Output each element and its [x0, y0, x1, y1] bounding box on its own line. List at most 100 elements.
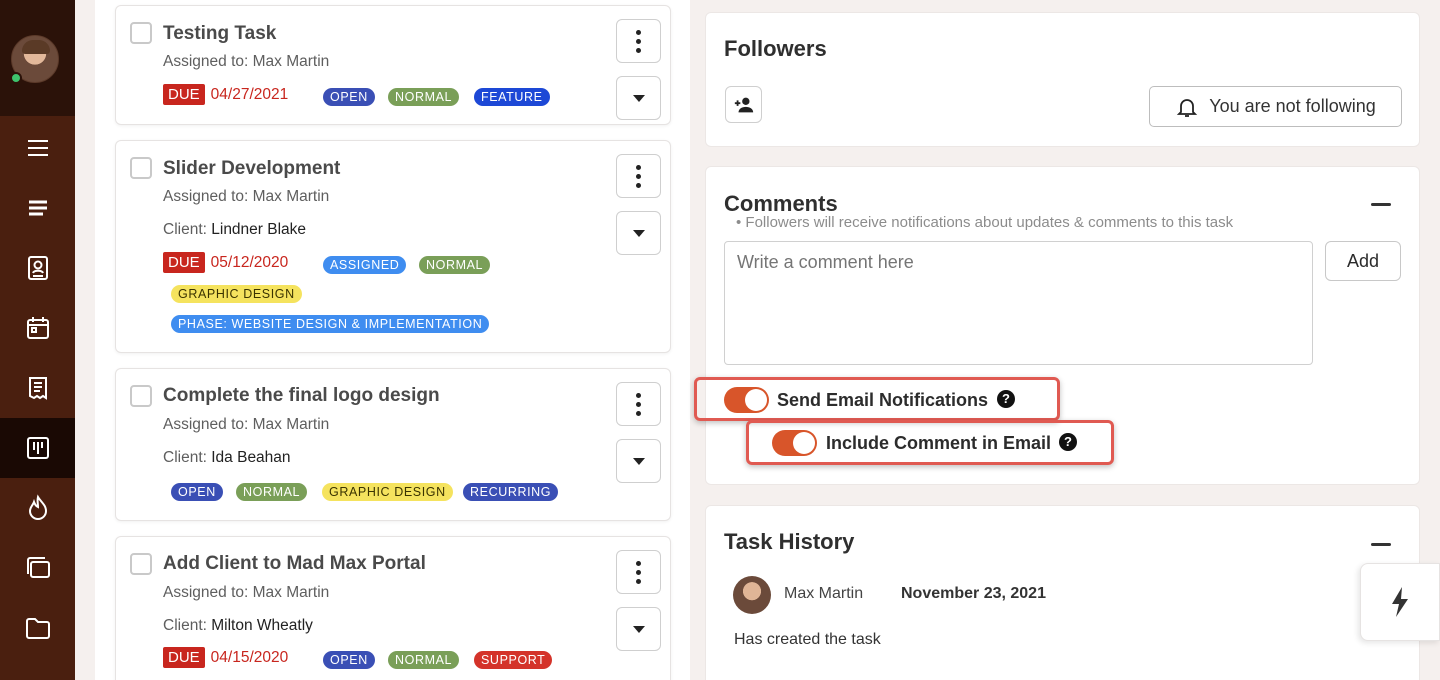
task-title[interactable]: Slider Development — [163, 158, 340, 180]
kebab-icon — [636, 392, 641, 416]
client-label: Client: — [163, 617, 207, 634]
follow-button[interactable]: You are not following — [1149, 86, 1402, 127]
task-checkbox[interactable] — [130, 157, 152, 179]
task-expand-button[interactable] — [616, 211, 661, 255]
comments-hint: • Followers will receive notifications a… — [736, 214, 1234, 231]
task-card[interactable]: Testing Task Assigned to: Max Martin DUE… — [115, 5, 671, 125]
send-email-toggle[interactable] — [724, 387, 769, 413]
task-checkbox[interactable] — [130, 22, 152, 44]
menu-icon[interactable] — [0, 118, 75, 178]
due-date: 04/15/2020 — [210, 648, 289, 666]
task-due: DUE 05/12/2020 — [163, 252, 288, 273]
online-status-dot — [10, 72, 22, 84]
client-label: Client: — [163, 221, 207, 238]
collapse-comments-icon[interactable] — [1371, 203, 1391, 206]
calendar-icon[interactable] — [0, 298, 75, 358]
task-client: Client: Milton Wheatly — [163, 617, 313, 635]
include-comment-label: Include Comment in Email — [826, 433, 1052, 453]
add-comment-button[interactable]: Add — [1325, 241, 1401, 281]
history-user: Max Martin — [784, 585, 864, 602]
status-tag: OPEN — [323, 651, 375, 669]
task-expand-button[interactable] — [616, 76, 661, 120]
due-badge: DUE — [163, 84, 205, 105]
add-follower-button[interactable] — [725, 86, 762, 123]
collapse-history-icon[interactable] — [1371, 543, 1391, 546]
task-expand-button[interactable] — [616, 607, 661, 651]
task-client: Client: Ida Beahan — [163, 449, 291, 467]
category-tag: GRAPHIC DESIGN — [171, 285, 302, 303]
kebab-icon — [636, 164, 641, 188]
task-options-button[interactable] — [616, 154, 661, 198]
followers-panel: Followers You are not following — [705, 12, 1420, 147]
task-assignee: Assigned to: Max Martin — [163, 188, 330, 205]
task-card[interactable]: Complete the final logo design Assigned … — [115, 368, 671, 521]
include-comment-toggle[interactable] — [772, 430, 817, 456]
status-tag: OPEN — [171, 483, 223, 501]
send-email-label: Send Email Notifications — [777, 390, 989, 410]
follow-label: You are not following — [1209, 96, 1376, 116]
client-name[interactable]: Milton Wheatly — [211, 617, 313, 634]
contacts-icon[interactable] — [0, 238, 75, 298]
due-badge: DUE — [163, 647, 205, 668]
priority-tag: NORMAL — [388, 651, 460, 669]
recurring-tag: RECURRING — [463, 483, 559, 501]
priority-tag: NORMAL — [388, 88, 460, 106]
comment-input[interactable] — [724, 241, 1313, 365]
leads-icon[interactable] — [0, 478, 75, 538]
task-checkbox[interactable] — [130, 553, 152, 575]
task-assignee: Assigned to: Max Martin — [163, 53, 330, 70]
help-icon[interactable]: ? — [1059, 433, 1077, 451]
folder-icon[interactable] — [0, 598, 75, 658]
due-date: 05/12/2020 — [210, 253, 289, 271]
task-options-button[interactable] — [616, 550, 661, 594]
avatar — [733, 576, 771, 614]
list-icon[interactable] — [0, 178, 75, 238]
type-tag: SUPPORT — [474, 651, 553, 669]
task-expand-button[interactable] — [616, 439, 661, 483]
help-icon[interactable]: ? — [997, 390, 1015, 408]
status-tag: ASSIGNED — [323, 256, 407, 274]
task-due: DUE 04/15/2020 — [163, 647, 288, 668]
person-add-icon — [734, 97, 753, 112]
projects-icon[interactable] — [0, 538, 75, 598]
chevron-down-icon — [632, 457, 645, 465]
history-date: November 23, 2021 — [901, 585, 1046, 602]
task-options-button[interactable] — [616, 382, 661, 426]
due-date: 04/27/2021 — [210, 85, 289, 103]
client-name[interactable]: Ida Beahan — [211, 449, 290, 466]
phase-tag: PHASE: WEBSITE DESIGN & IMPLEMENTATION — [171, 315, 490, 333]
sidebar-header — [0, 0, 75, 116]
task-title[interactable]: Complete the final logo design — [163, 385, 440, 407]
task-assignee: Assigned to: Max Martin — [163, 584, 330, 601]
priority-tag: NORMAL — [419, 256, 491, 274]
task-due: DUE 04/27/2021 — [163, 84, 288, 105]
invoice-icon[interactable] — [0, 358, 75, 418]
chevron-down-icon — [632, 625, 645, 633]
type-tag: FEATURE — [474, 88, 550, 106]
tasks-icon[interactable] — [0, 418, 75, 478]
task-client: Client: Lindner Blake — [163, 221, 306, 239]
chevron-down-icon — [632, 229, 645, 237]
chevron-down-icon — [632, 94, 645, 102]
lightning-icon — [1392, 587, 1408, 617]
task-title[interactable]: Add Client to Mad Max Portal — [163, 553, 426, 575]
kebab-icon — [636, 560, 641, 584]
sidebar — [0, 0, 75, 680]
task-assignee: Assigned to: Max Martin — [163, 416, 330, 433]
task-card[interactable]: Add Client to Mad Max Portal Assigned to… — [115, 536, 671, 680]
task-options-button[interactable] — [616, 19, 661, 63]
status-tag: OPEN — [323, 88, 375, 106]
followers-title: Followers — [724, 36, 827, 61]
history-text: Has created the task — [734, 631, 881, 648]
priority-tag: NORMAL — [236, 483, 308, 501]
due-badge: DUE — [163, 252, 205, 273]
task-title[interactable]: Testing Task — [163, 23, 276, 45]
client-label: Client: — [163, 449, 207, 466]
history-title: Task History — [724, 529, 855, 554]
kebab-icon — [636, 29, 641, 53]
quick-action-button[interactable] — [1360, 563, 1440, 641]
bell-icon — [1177, 98, 1198, 117]
task-card[interactable]: Slider Development Assigned to: Max Mart… — [115, 140, 671, 353]
client-name[interactable]: Lindner Blake — [211, 221, 306, 238]
task-checkbox[interactable] — [130, 385, 152, 407]
